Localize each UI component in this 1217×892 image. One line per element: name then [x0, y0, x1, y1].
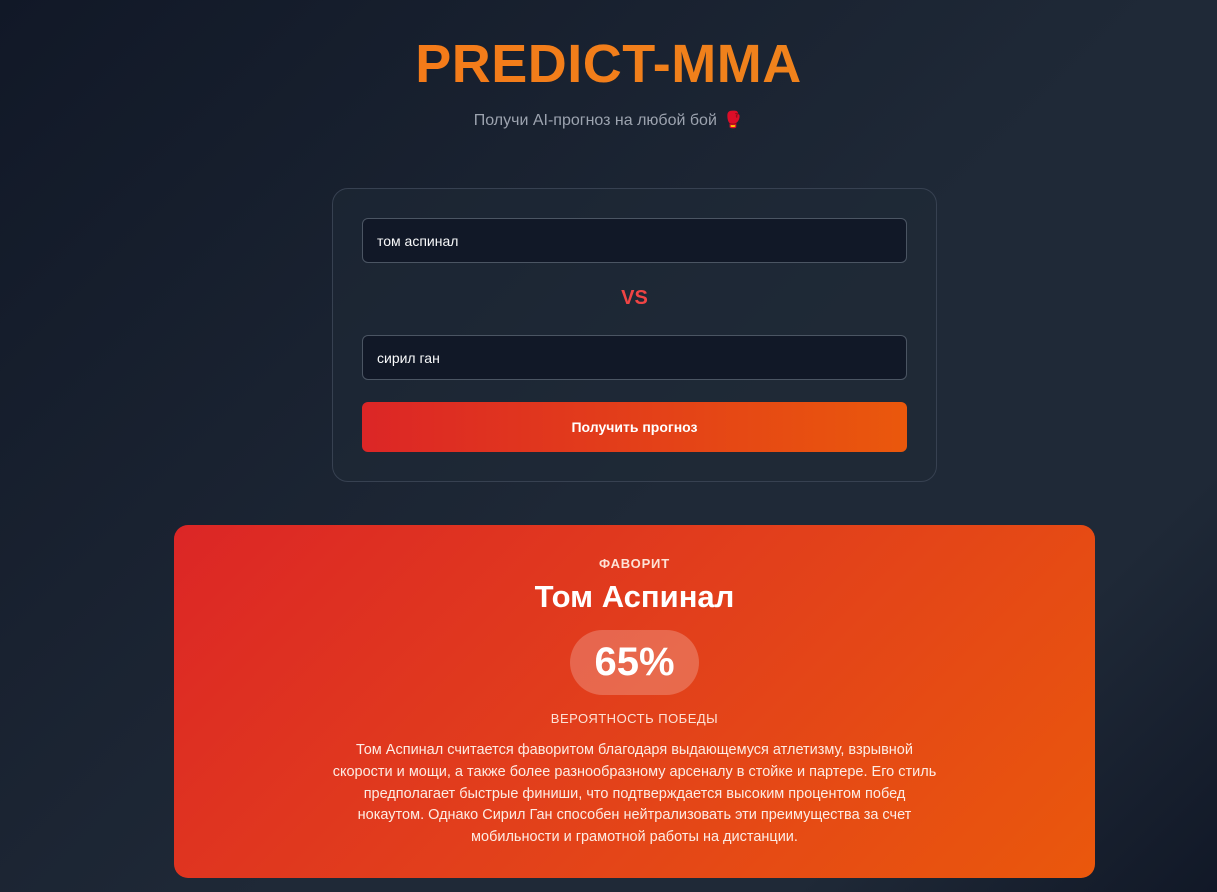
fighter-2-input[interactable] [362, 335, 907, 380]
subtitle-text: Получи AI-прогноз на любой бой [473, 112, 717, 129]
prediction-form: VS Получить прогноз [332, 188, 937, 482]
app-subtitle: Получи AI-прогноз на любой бой 🥊 [0, 110, 1217, 130]
favorite-name: Том Аспинал [534, 579, 735, 614]
probability-label: ВЕРОЯТНОСТЬ ПОБЕДЫ [550, 711, 719, 726]
fighter-1-input[interactable] [362, 218, 907, 263]
win-probability-badge: 65% [570, 630, 699, 695]
prediction-explanation: Том Аспинал считается фаворитом благодар… [332, 742, 937, 846]
page-header: PREDICT-MMA Получи AI-прогноз на любой б… [0, 32, 1217, 130]
vs-label: VS [621, 287, 648, 309]
get-prediction-button[interactable]: Получить прогноз [362, 402, 907, 452]
boxing-glove-icon: 🥊 [723, 112, 744, 129]
prediction-result-card: ФАВОРИТ Том Аспинал 65% ВЕРОЯТНОСТЬ ПОБЕ… [174, 525, 1095, 878]
favorite-label: ФАВОРИТ [599, 556, 670, 571]
app-title: PREDICT-MMA [0, 32, 1217, 96]
